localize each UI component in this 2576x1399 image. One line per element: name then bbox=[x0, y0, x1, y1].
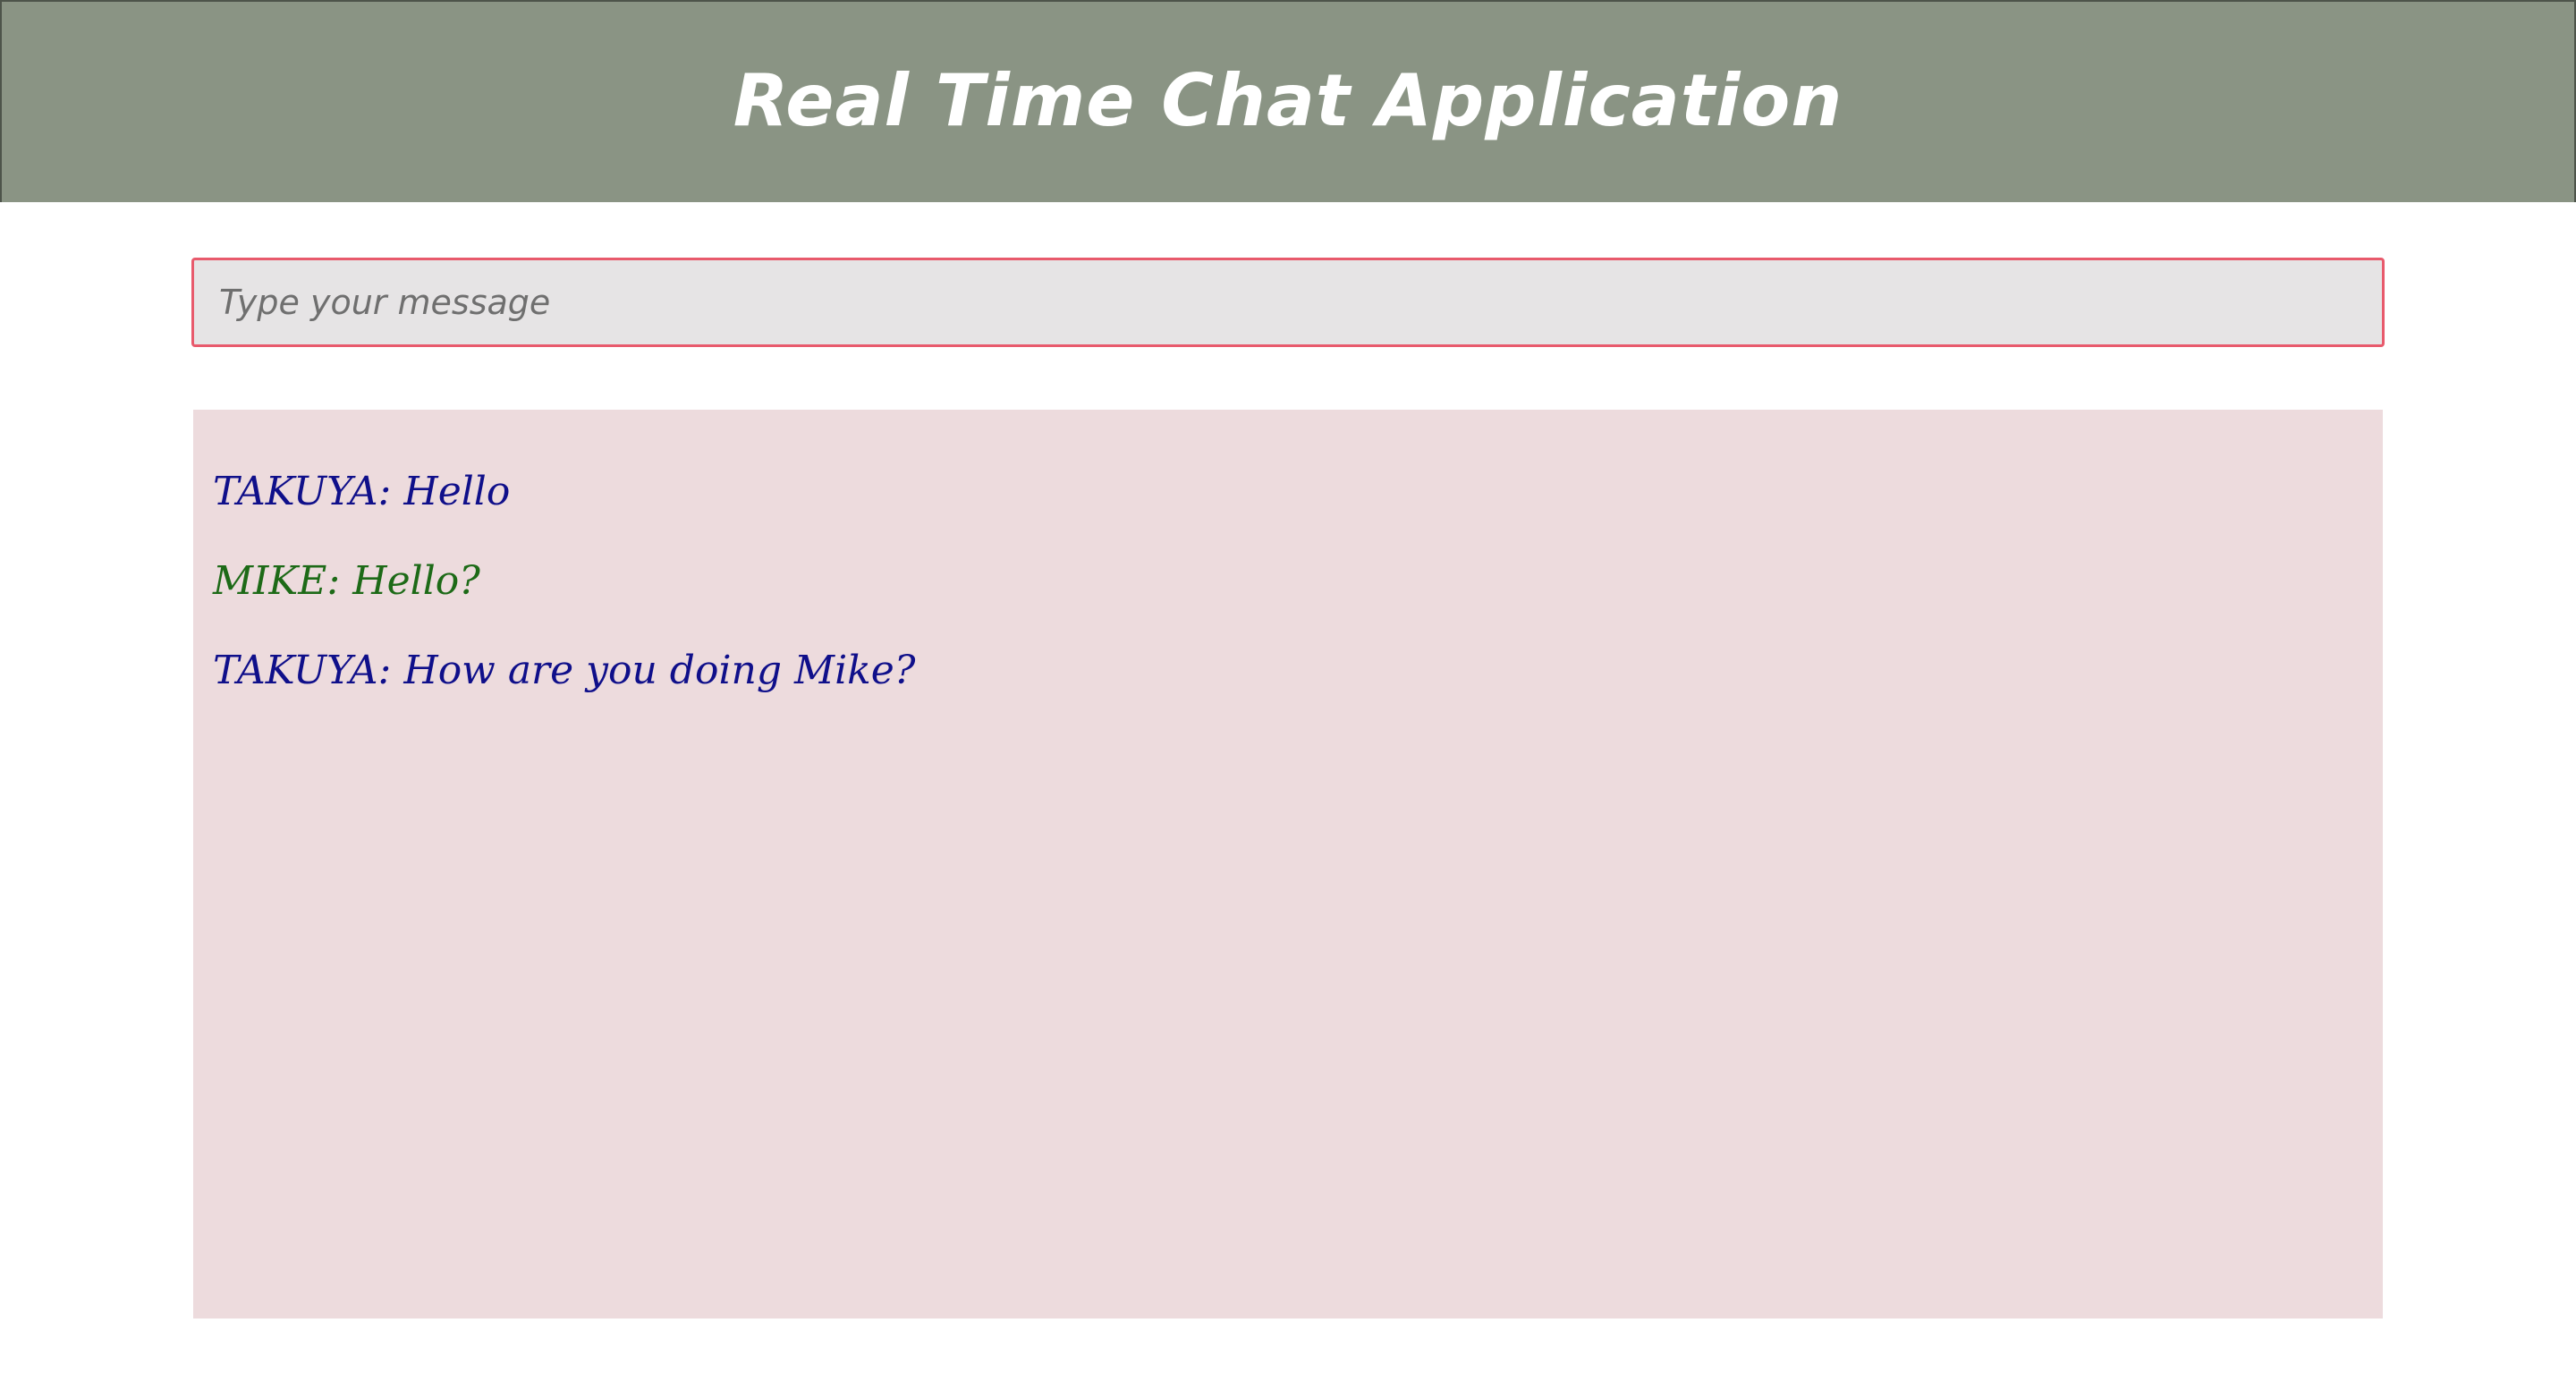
chat-message: TAKUYA: How are you doing Mike? bbox=[213, 648, 916, 693]
chat-log: TAKUYA: Hello MIKE: Hello? TAKUYA: How a… bbox=[193, 410, 2383, 1318]
message-input[interactable] bbox=[191, 258, 2385, 347]
chat-message: TAKUYA: Hello bbox=[213, 469, 511, 514]
app-header: Real Time Chat Application bbox=[0, 0, 2576, 202]
chat-message: MIKE: Hello? bbox=[213, 558, 480, 604]
page-title: Real Time Chat Application bbox=[733, 58, 1843, 142]
